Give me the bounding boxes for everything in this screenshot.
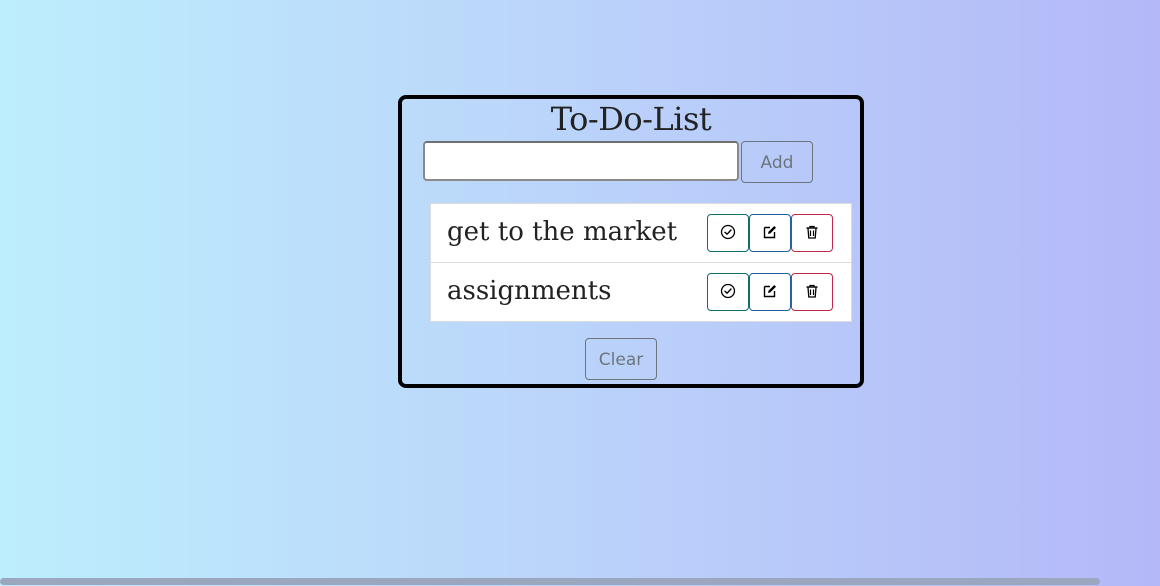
check-circle-icon: [720, 224, 736, 243]
task-item: assignments: [431, 263, 851, 321]
new-task-input[interactable]: [423, 141, 739, 181]
todo-card: To-Do-List Add get to the market assignm…: [398, 95, 864, 388]
task-text: assignments: [447, 276, 612, 306]
edit-icon: [762, 283, 778, 302]
horizontal-scrollbar[interactable]: [0, 576, 1160, 586]
complete-task-button[interactable]: [707, 214, 749, 252]
task-item: get to the market: [431, 204, 851, 263]
complete-task-button[interactable]: [707, 273, 749, 311]
trash-icon: [804, 283, 820, 302]
task-text: get to the market: [447, 217, 678, 247]
trash-icon: [804, 224, 820, 243]
edit-task-button[interactable]: [749, 273, 791, 311]
add-button[interactable]: Add: [741, 141, 813, 183]
edit-icon: [762, 224, 778, 243]
task-list: get to the market assignments: [430, 203, 852, 322]
clear-button[interactable]: Clear: [585, 338, 657, 380]
edit-task-button[interactable]: [749, 214, 791, 252]
delete-task-button[interactable]: [791, 273, 833, 311]
delete-task-button[interactable]: [791, 214, 833, 252]
app-title: To-Do-List: [550, 100, 712, 138]
check-circle-icon: [720, 283, 736, 302]
scrollbar-thumb[interactable]: [0, 578, 1100, 585]
